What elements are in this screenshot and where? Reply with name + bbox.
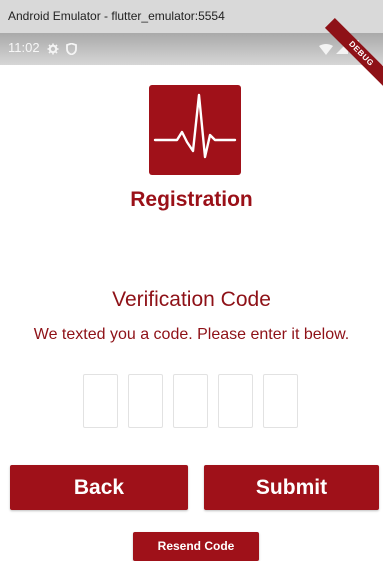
back-button[interactable]: Back [10,465,188,510]
code-digit-4[interactable] [218,374,253,428]
code-digit-3[interactable] [173,374,208,428]
resend-code-button[interactable]: Resend Code [133,532,259,561]
code-digit-5[interactable] [263,374,298,428]
android-status-bar: 11:02 [0,33,383,65]
heartbeat-icon [149,85,241,175]
emulator-window: Android Emulator - flutter_emulator:5554… [0,0,383,561]
shield-icon [66,42,77,60]
gear-icon [47,42,59,60]
code-digit-2[interactable] [128,374,163,428]
verification-instructions: We texted you a code. Please enter it be… [33,326,350,343]
verification-heading: Verification Code [112,288,271,311]
submit-button[interactable]: Submit [204,465,379,510]
status-time: 11:02 [8,40,40,55]
window-title: Android Emulator - flutter_emulator:5554 [8,9,225,23]
code-digit-1[interactable] [83,374,118,428]
wifi-icon [319,42,333,60]
registration-title: Registration [130,188,253,211]
